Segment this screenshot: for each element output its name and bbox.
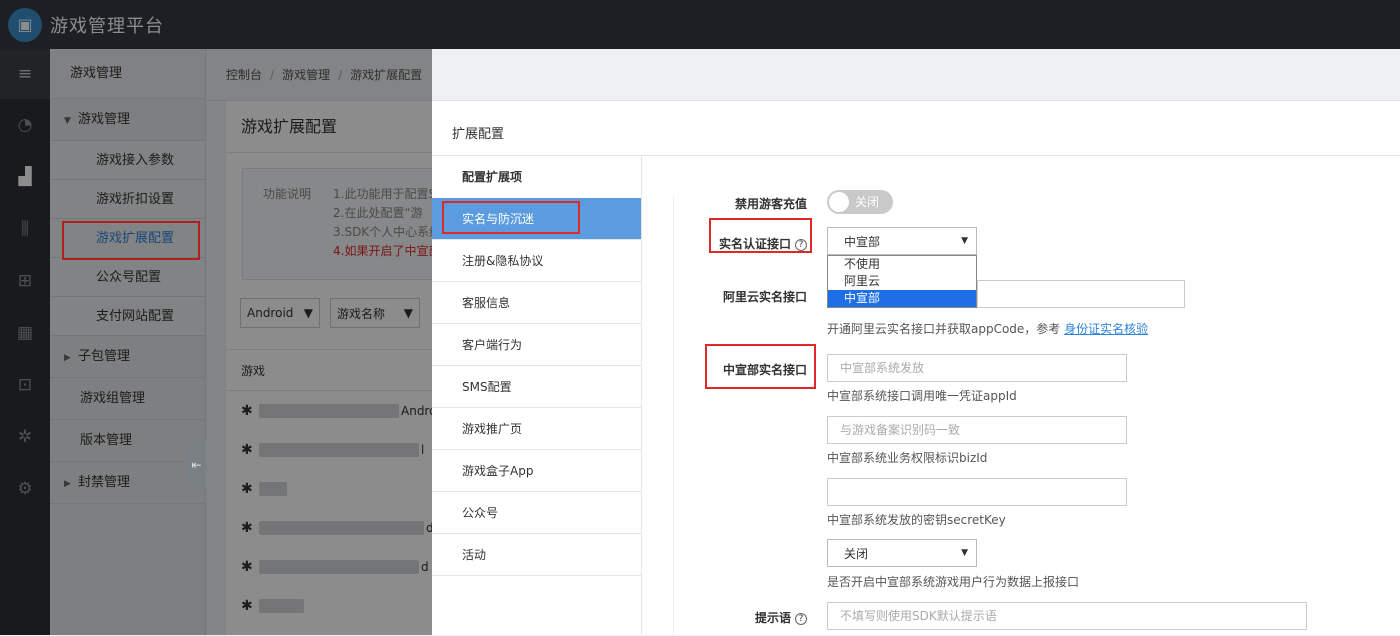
nav-header: 配置扩展项 (462, 170, 523, 184)
dropdown-option[interactable]: 不使用 (828, 256, 976, 273)
zxb-bizid-hint: 中宣部系统业务权限标识bizId (827, 451, 988, 465)
zxb-secret-input[interactable] (827, 478, 1127, 506)
modal-overlay[interactable] (0, 49, 432, 635)
tip-input[interactable]: 不填写则使用SDK默认提示语 (827, 602, 1307, 630)
modal-overlay-top[interactable] (0, 0, 1400, 49)
guest-recharge-toggle[interactable]: 关闭 (827, 190, 893, 214)
nav-item-privacy[interactable]: 注册&隐私协议 (432, 240, 641, 282)
zxb-report-select[interactable]: 关闭 ▼ (827, 539, 977, 567)
highlight-box-sidebar-shaded (62, 221, 200, 260)
zxb-bizid-input[interactable]: 与游戏备案识别码一致 (827, 416, 1127, 444)
dialog-form: 禁用游客充值 关闭 实名认证接口? 中宣部 ▼ 不使用 阿里云 中宣部 阿里云实名… (643, 156, 1400, 636)
nav-item-client-behavior[interactable]: 客户端行为 (432, 324, 641, 366)
realname-select[interactable]: 中宣部 ▼ (827, 227, 977, 255)
zxb-report-hint: 是否开启中宣部系统游戏用户行为数据上报接口 (827, 575, 1080, 589)
realname-select-value: 中宣部 (844, 234, 881, 249)
zxb-appid-hint: 中宣部系统接口调用唯一凭证appId (827, 389, 1017, 403)
toggle-knob (829, 192, 849, 212)
highlight-box-nav (442, 201, 580, 234)
nav-item-customer-service[interactable]: 客服信息 (432, 282, 641, 324)
collapse-handle-icon[interactable]: ⇤ (187, 440, 206, 490)
dropdown-option[interactable]: 阿里云 (828, 273, 976, 290)
nav-item-sms[interactable]: SMS配置 (432, 366, 641, 408)
realname-dropdown: 不使用 阿里云 中宣部 (827, 255, 977, 308)
nav-item-activity[interactable]: 活动 (432, 534, 641, 576)
aliyun-label: 阿里云实名接口 (722, 290, 807, 304)
extension-config-dialog: 扩展配置 配置扩展项 实名与防沉迷 注册&隐私协议 客服信息 客户端行为 SMS… (432, 114, 1400, 636)
help-icon[interactable]: ? (795, 613, 807, 625)
divider (673, 196, 674, 636)
nav-item-official-account[interactable]: 公众号 (432, 492, 641, 534)
aliyun-appcode-input[interactable] (977, 280, 1185, 308)
aliyun-hint: 开通阿里云实名接口并获取appCode，参考 身份证实名核验 (827, 320, 1148, 337)
highlight-box-realname (709, 218, 812, 253)
chevron-down-icon: ▼ (961, 236, 968, 246)
zxb-secret-hint: 中宣部系统发放的密钥secretKey (827, 513, 1006, 527)
chevron-down-icon: ▼ (961, 548, 968, 558)
nav-item-game-box-app[interactable]: 游戏盒子App (432, 450, 641, 492)
highlight-box-zxb (705, 344, 816, 389)
idcard-verify-link[interactable]: 身份证实名核验 (1064, 322, 1148, 336)
tip-label: 提示语? (703, 609, 807, 626)
nav-item-promo-page[interactable]: 游戏推广页 (432, 408, 641, 450)
toggle-label: 关闭 (855, 195, 880, 209)
dialog-title: 扩展配置 (432, 114, 1400, 156)
guest-recharge-label: 禁用游客充值 (734, 197, 807, 211)
tip-label-text: 提示语 (754, 611, 791, 625)
dropdown-option-selected[interactable]: 中宣部 (828, 290, 976, 307)
aliyun-hint-text: 开通阿里云实名接口并获取appCode，参考 (827, 322, 1061, 336)
zxb-appid-input[interactable]: 中宣部系统发放 (827, 354, 1127, 382)
zxb-report-value: 关闭 (844, 546, 869, 561)
